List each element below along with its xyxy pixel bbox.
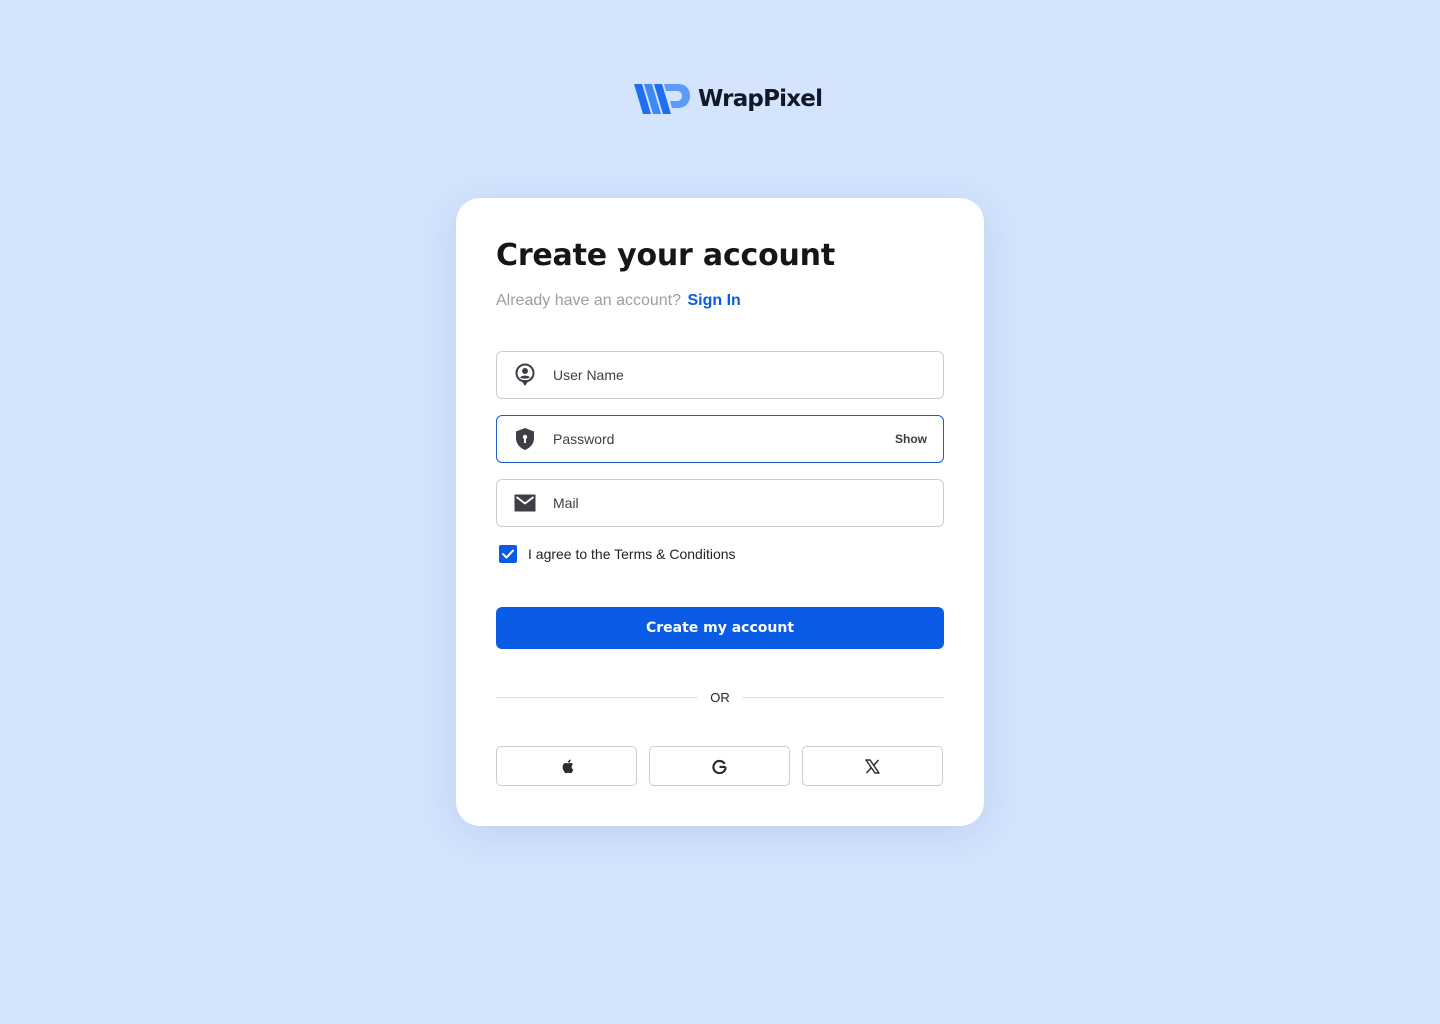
page-title: Create your account	[496, 238, 835, 273]
password-input[interactable]	[553, 416, 895, 462]
create-account-button[interactable]: Create my account	[496, 607, 944, 649]
x-signin-button[interactable]	[802, 746, 943, 786]
show-password-button[interactable]: Show	[895, 432, 927, 446]
terms-checkbox[interactable]	[499, 545, 517, 563]
checkmark-icon	[502, 549, 514, 559]
terms-row: I agree to the Terms & Conditions	[499, 545, 736, 563]
signin-prompt: Already have an account?	[496, 292, 682, 309]
divider-line-left	[496, 696, 699, 698]
or-divider: OR	[496, 687, 944, 707]
mail-input[interactable]	[553, 480, 943, 526]
x-icon	[865, 758, 880, 774]
signup-card: Create your account Already have an acco…	[456, 198, 984, 826]
google-icon	[712, 759, 727, 774]
user-pin-icon	[497, 352, 553, 398]
mail-field[interactable]	[496, 479, 944, 527]
divider-label: OR	[710, 689, 730, 705]
terms-label: I agree to the Terms & Conditions	[528, 546, 736, 562]
google-signin-button[interactable]	[649, 746, 790, 786]
divider-line-right	[741, 696, 944, 698]
apple-signin-button[interactable]	[496, 746, 637, 786]
signin-prompt-row: Already have an account? Sign In	[496, 292, 741, 310]
brand-name: WrapPixel	[698, 86, 823, 112]
mail-icon	[497, 480, 553, 526]
signin-link[interactable]: Sign In	[687, 292, 740, 309]
username-input[interactable]	[553, 352, 943, 398]
brand-logo[interactable]: WrapPixel	[634, 80, 823, 118]
username-field[interactable]	[496, 351, 944, 399]
wrappixel-logo-icon	[634, 84, 690, 114]
apple-icon	[562, 759, 573, 773]
shield-lock-icon	[497, 416, 553, 462]
password-field[interactable]: Show	[496, 415, 944, 463]
